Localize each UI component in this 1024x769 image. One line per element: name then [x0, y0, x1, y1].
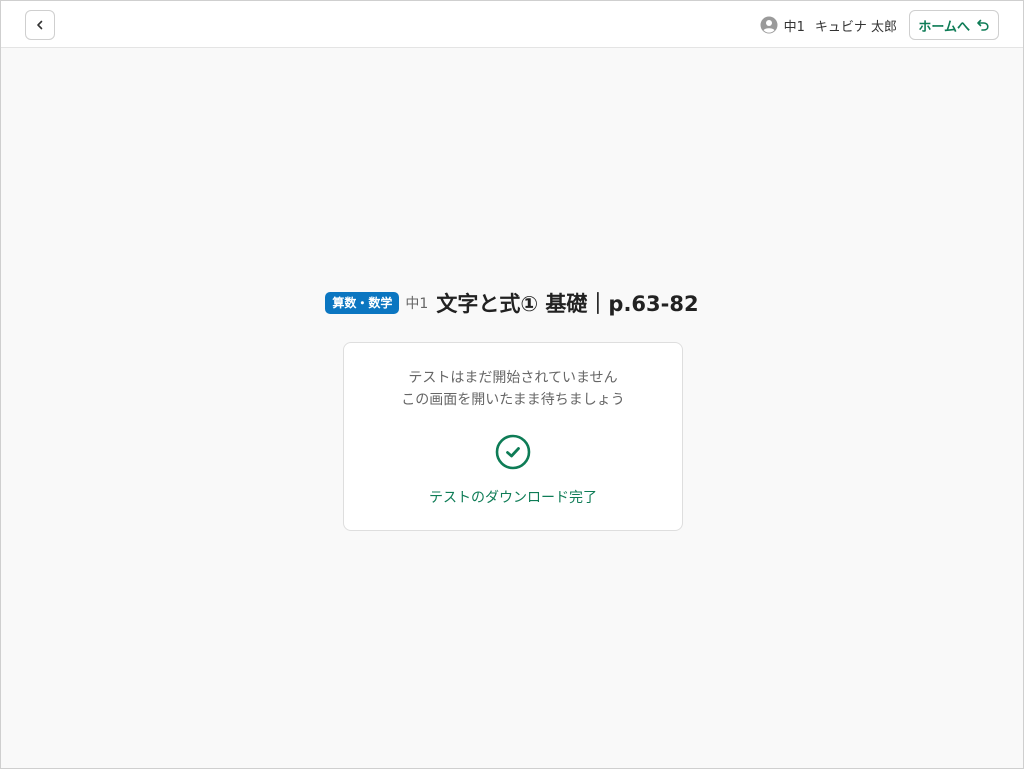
chevron-left-icon	[37, 20, 43, 30]
app-window: 中1 キュビナ 太郎 ホームへ 算数・数学 中1 文字と式① 基礎｜p.63-8…	[0, 0, 1024, 769]
download-status: テストのダウンロード完了	[429, 490, 597, 506]
test-title-row: 算数・数学 中1 文字と式① 基礎｜p.63-82	[1, 287, 1023, 319]
status-message-line1: テストはまだ開始されていません	[408, 370, 618, 386]
return-arrow-icon	[977, 19, 989, 31]
back-button[interactable]	[25, 10, 55, 40]
home-button-label: ホームへ	[918, 19, 970, 35]
test-title: 文字と式① 基礎｜p.63-82	[436, 292, 699, 316]
status-message-line2: この画面を開いたまま待ちましょう	[401, 392, 625, 408]
user-grade: 中1	[783, 19, 805, 35]
header-bar: 中1 キュビナ 太郎 ホームへ	[1, 1, 1023, 48]
home-button[interactable]: ホームへ	[909, 10, 999, 40]
user-info: 中1 キュビナ 太郎	[760, 15, 897, 35]
subject-badge: 算数・数学	[325, 292, 400, 314]
check-circle-icon	[495, 434, 531, 470]
user-circle-icon	[760, 16, 778, 34]
status-card: テストはまだ開始されていません この画面を開いたまま待ちましょう テストのダウン…	[343, 342, 683, 531]
user-name: キュビナ 太郎	[814, 19, 897, 35]
test-grade: 中1	[405, 296, 429, 312]
